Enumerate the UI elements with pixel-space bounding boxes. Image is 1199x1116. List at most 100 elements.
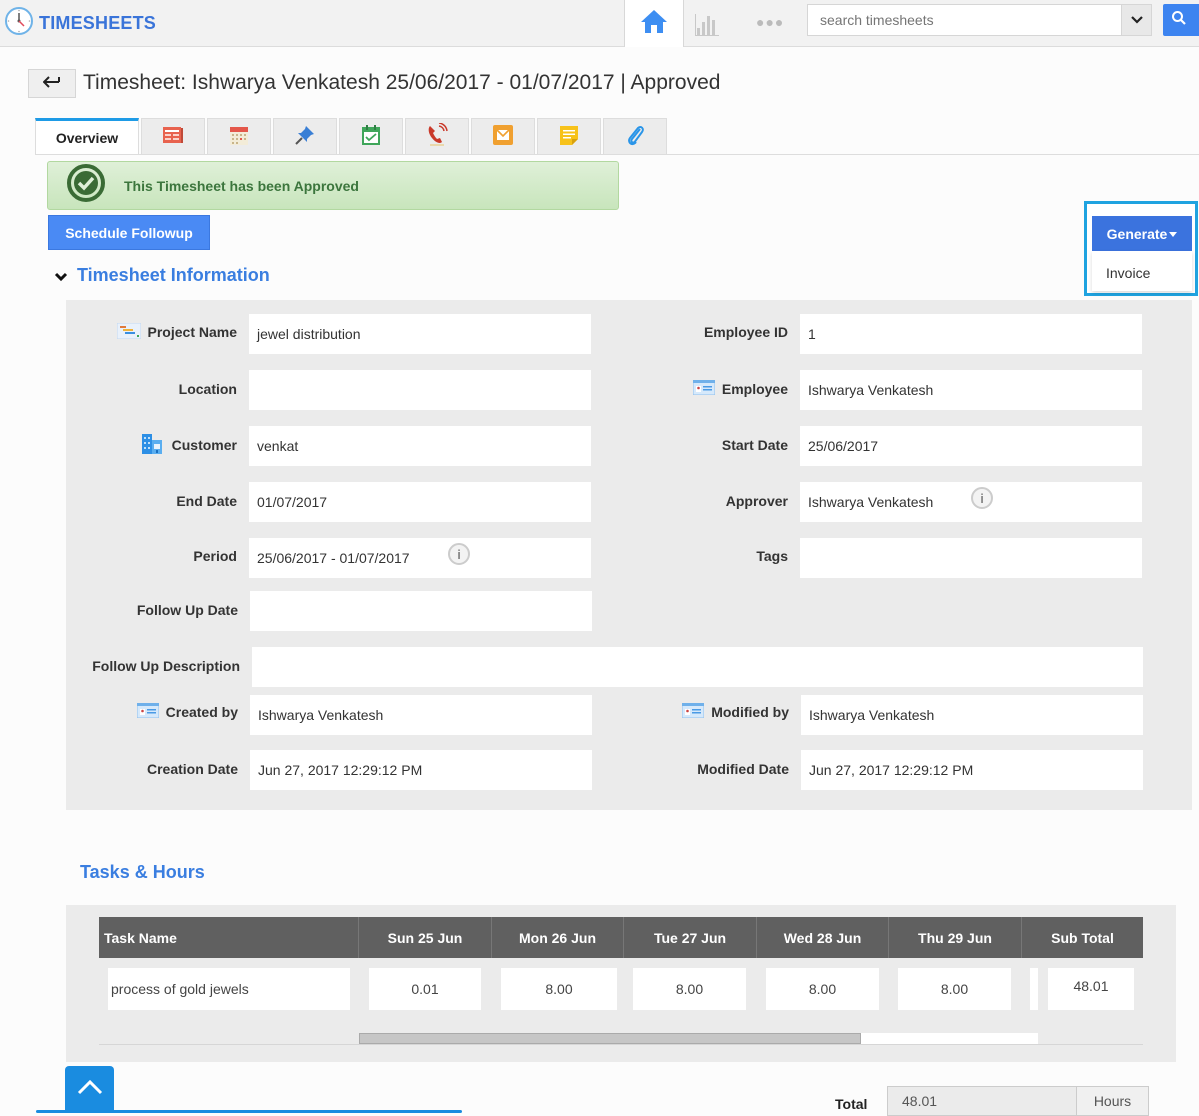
scroll-to-top-button[interactable] [65, 1066, 114, 1113]
tab-email[interactable] [471, 118, 535, 155]
back-arrow-icon [42, 75, 61, 93]
pin-icon [294, 124, 316, 151]
created-by-label: Created by [80, 702, 238, 722]
period-label: Period [193, 548, 237, 564]
search-button[interactable] [1163, 4, 1199, 36]
approver-value: Ishwarya Venkatesh [808, 494, 934, 510]
tab-task[interactable] [339, 118, 403, 155]
hours-cell[interactable]: 8.00 [898, 968, 1011, 1010]
menu-item-invoice[interactable]: Invoice [1106, 265, 1150, 281]
period-value: 25/06/2017 - 01/07/2017 [257, 550, 410, 566]
col-day: Tue 27 Jun [624, 917, 757, 958]
app-title: TIMESHEETS [39, 13, 157, 33]
customer-field[interactable]: venkat [249, 426, 591, 466]
total-unit: Hours [1077, 1086, 1149, 1116]
period-field[interactable]: 25/06/2017 - 01/07/2017 [249, 538, 591, 578]
nav-home[interactable] [624, 0, 684, 47]
col-task-name: Task Name [99, 917, 359, 958]
hours-cell[interactable]: 0.01 [369, 968, 481, 1010]
alert-text: This Timesheet has been Approved [124, 177, 359, 194]
chevron-down-icon [1130, 11, 1143, 29]
clock-icon [4, 6, 34, 41]
end-date-field[interactable]: 01/07/2017 [249, 482, 591, 522]
project-name-label: Project Name [80, 322, 237, 342]
total-value: 48.01 [887, 1086, 1077, 1116]
tasks-table-header: Task Name Sun 25 Jun Mon 26 Jun Tue 27 J… [99, 917, 1143, 958]
hours-cell-clipped [1030, 968, 1038, 1010]
tab-pin[interactable] [273, 118, 337, 155]
table-divider [99, 1044, 1143, 1045]
project-icon [116, 322, 142, 342]
check-circle-icon [66, 163, 106, 208]
tasks-hours-header: Tasks & Hours [80, 862, 205, 883]
follow-up-description-field[interactable] [252, 647, 1143, 687]
generate-label: Generate [1106, 225, 1168, 242]
chevron-up-icon [77, 1079, 103, 1100]
approver-label: Approver [725, 493, 788, 509]
creation-date-field[interactable]: Jun 27, 2017 12:29:12 PM [250, 750, 592, 790]
section-title: Timesheet Information [77, 264, 270, 285]
scrollbar-thumb[interactable] [359, 1033, 862, 1044]
start-date-field[interactable]: 25/06/2017 [800, 426, 1142, 466]
bar-chart-icon [694, 14, 722, 40]
generate-button[interactable]: Generate [1092, 216, 1192, 251]
col-day: Thu 29 Jun [889, 917, 1022, 958]
end-date-label: End Date [176, 493, 237, 509]
hours-cell[interactable]: 8.00 [633, 968, 746, 1010]
search-icon [1171, 10, 1187, 31]
period-info-icon[interactable]: i [448, 543, 470, 565]
tags-label: Tags [756, 548, 788, 564]
employee-label: Employee [620, 379, 788, 399]
search-input[interactable] [808, 5, 1123, 35]
modified-by-label: Modified by [620, 702, 789, 722]
nav-reports[interactable] [694, 10, 722, 41]
tab-call[interactable] [405, 118, 469, 155]
location-field[interactable] [249, 370, 591, 410]
col-day: Wed 28 Jun [757, 917, 889, 958]
search-dropdown[interactable] [1121, 5, 1151, 35]
customer-label: Customer [80, 433, 237, 456]
generate-menu: Invoice [1092, 251, 1192, 291]
schedule-followup-button[interactable]: Schedule Followup [48, 215, 210, 250]
approved-alert: This Timesheet has been Approved [47, 161, 619, 210]
total-label: Total [835, 1096, 868, 1112]
tab-attachments[interactable] [603, 118, 667, 155]
task-name-cell[interactable]: process of gold jewels [108, 968, 350, 1010]
col-day: Sun 25 Jun [359, 917, 492, 958]
tab-calendar[interactable] [207, 118, 271, 155]
col-subtotal: Sub Total [1051, 929, 1114, 946]
created-by-field[interactable]: Ishwarya Venkatesh [250, 695, 592, 735]
hours-cell[interactable]: 8.00 [501, 968, 617, 1010]
more-icon[interactable]: ●●● [756, 14, 784, 30]
start-date-label: Start Date [721, 437, 788, 453]
note-icon [558, 124, 580, 151]
back-button[interactable] [28, 69, 76, 98]
modified-date-field[interactable]: Jun 27, 2017 12:29:12 PM [801, 750, 1143, 790]
phone-icon [426, 121, 448, 152]
col-day: Mon 26 Jun [492, 917, 624, 958]
home-icon [640, 8, 668, 39]
tab-table[interactable] [141, 118, 205, 155]
email-icon [492, 124, 514, 151]
top-bar: TIMESHEETS ●●● [0, 0, 1199, 47]
hours-cell[interactable]: 8.00 [766, 968, 879, 1010]
location-label: Location [178, 381, 237, 397]
tab-notes[interactable] [537, 118, 601, 155]
approver-info-icon[interactable]: i [971, 487, 993, 509]
tags-field[interactable] [800, 538, 1142, 578]
tab-bar: Overview [35, 118, 669, 155]
follow-up-date-field[interactable] [250, 591, 592, 631]
subtotal-cell: 48.01 [1048, 968, 1134, 1010]
task-check-icon [360, 124, 382, 151]
contact-card-icon [136, 702, 160, 721]
employee-field[interactable]: Ishwarya Venkatesh [800, 370, 1142, 410]
brand[interactable]: TIMESHEETS [4, 6, 156, 41]
modified-by-field[interactable]: Ishwarya Venkatesh [801, 695, 1143, 735]
timesheet-info-header[interactable]: Timesheet Information [54, 263, 270, 287]
follow-up-description-label: Follow Up Description [92, 658, 240, 674]
horizontal-scrollbar[interactable] [359, 1033, 1038, 1044]
contact-card-icon [681, 702, 705, 721]
tab-overview[interactable]: Overview [35, 118, 139, 155]
project-name-field[interactable]: jewel distribution [249, 314, 591, 354]
employee-id-field[interactable]: 1 [800, 314, 1142, 354]
